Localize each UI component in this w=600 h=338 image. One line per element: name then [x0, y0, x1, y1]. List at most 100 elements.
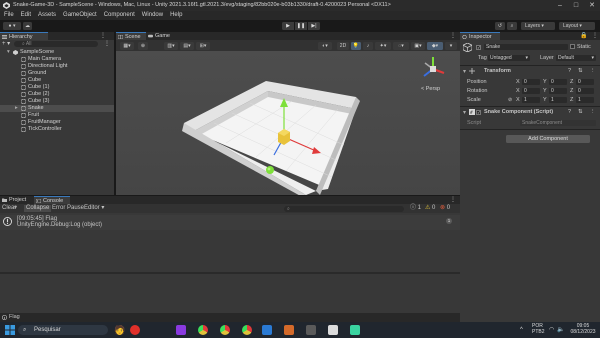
windows-start-icon[interactable] [5, 325, 15, 335]
position-z-field[interactable]: 0 [576, 79, 594, 85]
recorder-app-icon[interactable] [350, 325, 360, 335]
camera-icon[interactable]: ▣▾ [411, 41, 425, 50]
console-menu-icon[interactable]: ⋮ [450, 196, 456, 204]
menu-window[interactable]: Window [142, 11, 163, 20]
scene-arena[interactable] [116, 51, 460, 195]
error-count-toggle[interactable]: ⊗ 0 [440, 205, 450, 212]
gizmos-dropdown[interactable]: ◆▾ [427, 41, 443, 50]
wifi-icon[interactable]: ◠ [549, 326, 554, 333]
grid-visibility-button[interactable]: ▤▾ [180, 41, 194, 50]
expand-arrow-icon[interactable]: ▾ [463, 109, 466, 116]
hierarchy-item-ground[interactable]: Ground [0, 70, 114, 77]
position-axis-label[interactable]: Y [543, 79, 547, 85]
lighting-icon[interactable]: 💡 [351, 41, 361, 50]
account-button[interactable]: ● ▾ [3, 22, 21, 30]
transform-header[interactable]: ▾ Transform ? ⇅ ⋮ [460, 67, 600, 76]
expand-arrow-icon[interactable]: ▾ [463, 68, 466, 75]
console-splitter[interactable] [0, 272, 460, 274]
editor-dropdown[interactable]: Editor ▾ [84, 205, 104, 212]
layers-dropdown[interactable]: Layers ▾ [521, 22, 555, 30]
script-reference-field[interactable]: SnakeComponent [520, 120, 596, 126]
hierarchy-item-tickcontroller[interactable]: TickController [0, 126, 114, 133]
static-checkbox[interactable] [570, 44, 575, 49]
inspector-menu-icon[interactable]: ⋮ [592, 32, 598, 40]
tab-inspector[interactable]: Inspector [460, 32, 500, 40]
preset-icon[interactable]: ⇅ [578, 109, 583, 115]
tab-game[interactable]: Game [146, 32, 176, 40]
menu-file[interactable]: File [4, 11, 14, 20]
tool-handle-dropdown[interactable]: ▦▾ [120, 41, 134, 50]
taskbar-app-purple-icon[interactable] [176, 325, 186, 335]
position-x-field[interactable]: 0 [522, 79, 540, 85]
menu-edit[interactable]: Edit [21, 11, 31, 20]
chrome-icon-3[interactable] [242, 325, 252, 335]
preset-icon[interactable]: ⇅ [578, 68, 583, 74]
component-enabled-checkbox[interactable]: ✓ [476, 109, 481, 115]
error-pause-toggle[interactable]: Error Pause [52, 205, 84, 212]
taskbar-search-box[interactable]: ⌕ Pesquisar [18, 325, 108, 335]
pivot-icon[interactable]: ⊕ [138, 41, 148, 50]
play-button[interactable]: ▶ [282, 22, 294, 30]
record-app-icon[interactable] [130, 325, 140, 335]
close-button[interactable]: ✕ [584, 0, 600, 11]
menu-gameobject[interactable]: GameObject [63, 11, 97, 20]
layer-dropdown[interactable]: Default ▾ [556, 55, 596, 61]
rotation-axis-label[interactable]: X [516, 88, 520, 94]
tab-hierarchy[interactable]: Hierarchy [0, 32, 48, 40]
hierarchy-search-input[interactable]: ⌕ All [14, 41, 98, 47]
clear-options-icon[interactable]: ▾ [14, 205, 17, 212]
panel-menu-icon[interactable]: ⋮ [100, 32, 106, 40]
toggle-2d-button[interactable]: 2D [337, 41, 349, 50]
active-checkbox[interactable]: ✓ [476, 45, 481, 50]
scale-y-field[interactable]: 1 [549, 97, 567, 103]
grid-snap-dropdown[interactable]: ▥▾ [164, 41, 178, 50]
hierarchy-item-fruit[interactable]: Fruit [0, 112, 114, 119]
position-axis-label[interactable]: Z [570, 79, 573, 85]
help-icon[interactable]: ? [568, 68, 571, 74]
hierarchy-item-fruitmanager[interactable]: FruitManager [0, 119, 114, 126]
snap-increment-button[interactable]: ⊞▾ [196, 41, 210, 50]
expand-arrow-icon[interactable]: ▾ [7, 49, 10, 56]
maximize-button[interactable]: □ [568, 0, 584, 11]
warning-count-toggle[interactable]: ⚠ 0 [425, 205, 435, 212]
layout-dropdown[interactable]: Layout ▾ [559, 22, 595, 30]
search-icon[interactable]: ⌕ [507, 22, 517, 30]
effects-dropdown[interactable]: ✦▾ [375, 41, 391, 50]
hierarchy-item-cube-2[interactable]: Cube (2) [0, 91, 114, 98]
chrome-icon-2[interactable] [220, 325, 230, 335]
rotation-x-field[interactable]: 0 [522, 88, 540, 94]
hidden-objects-button[interactable]: ◌▾ [393, 41, 409, 50]
vscode-icon[interactable] [262, 325, 272, 335]
more-icon[interactable]: ⋮ [104, 41, 110, 47]
tab-project[interactable]: Project [0, 196, 34, 204]
volume-icon[interactable]: 🔈 [557, 326, 564, 333]
constrain-proportions-icon[interactable]: ⊘ [508, 97, 512, 103]
tag-dropdown[interactable]: Untagged ▾ [488, 55, 530, 61]
scale-axis-label[interactable]: Y [543, 97, 547, 103]
menu-component[interactable]: Component [104, 11, 135, 20]
console-log-entry[interactable]: [09:05:45] Flag UnityEngine.Debug:Log (o… [0, 215, 460, 230]
help-icon[interactable]: ? [568, 109, 571, 115]
log-count-toggle[interactable]: ⓘ 1 [410, 205, 421, 212]
scene-camera-button[interactable]: ▾ [445, 41, 457, 50]
scale-axis-label[interactable]: Z [570, 97, 573, 103]
status-message[interactable]: Flag [9, 314, 20, 320]
file-explorer-icon[interactable] [284, 325, 294, 335]
object-name-input[interactable]: Snake [484, 44, 568, 50]
hierarchy-item-directional-light[interactable]: Directional Light [0, 63, 114, 70]
unity-editor-icon[interactable] [328, 325, 338, 335]
component-menu-icon[interactable]: ⋮ [590, 109, 596, 115]
step-button[interactable]: ▶| [308, 22, 320, 30]
position-y-field[interactable]: 0 [549, 79, 567, 85]
add-object-button[interactable]: + ▾ [2, 41, 12, 47]
fruit-object[interactable] [266, 166, 274, 174]
pause-button[interactable]: ❚❚ [295, 22, 307, 30]
hierarchy-item-snake[interactable]: ▸ Snake [0, 105, 114, 112]
rotation-y-field[interactable]: 0 [549, 88, 567, 94]
minimize-button[interactable]: – [552, 0, 568, 11]
hierarchy-item-cube[interactable]: Cube [0, 77, 114, 84]
cloud-icon[interactable]: ☁ [23, 22, 32, 30]
chrome-icon[interactable] [198, 325, 208, 335]
console-search-input[interactable]: ⌕ [284, 205, 404, 212]
menu-help[interactable]: Help [170, 11, 182, 20]
